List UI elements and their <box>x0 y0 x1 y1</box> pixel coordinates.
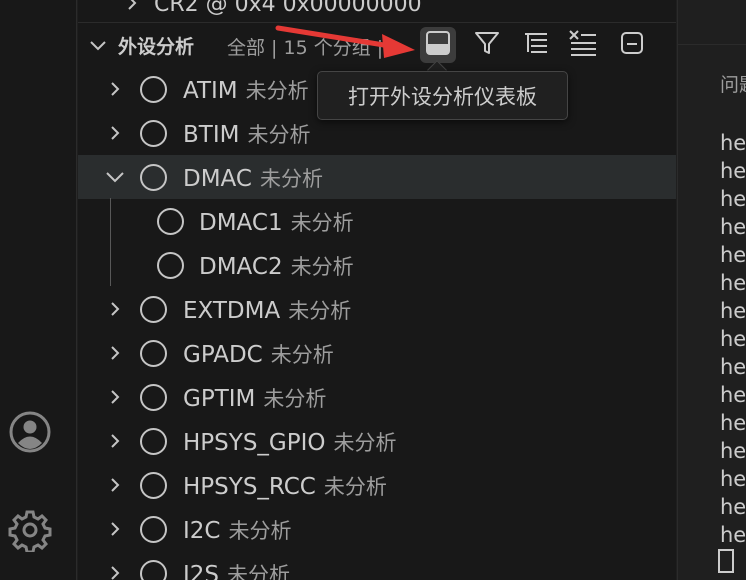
output-line: he <box>720 187 746 211</box>
tree-item-status: 未分析 <box>228 519 292 543</box>
tree-item-dmac1[interactable]: DMAC1 未分析 <box>78 199 676 243</box>
tooltip: 打开外设分析仪表板 <box>317 71 568 120</box>
tree-item-status: 未分析 <box>245 79 309 103</box>
tree-row-partial[interactable]: CR2 @ 0x4 0x00000000 <box>78 0 676 22</box>
tree-item-label: DMAC1 <box>199 210 283 236</box>
tree-item-status: 未分析 <box>290 255 354 279</box>
status-circle-icon <box>140 120 167 147</box>
status-circle-icon <box>140 296 167 323</box>
filter-icon <box>473 29 501 61</box>
chevron-right-icon[interactable] <box>106 124 124 146</box>
output-line: he <box>720 299 746 323</box>
tree-item-gpadc[interactable]: GPADC 未分析 <box>78 331 676 375</box>
tree-item-i2s[interactable]: I2S 未分析 <box>78 551 676 580</box>
status-circle-icon <box>157 208 184 235</box>
collapse-all-button[interactable] <box>614 27 650 63</box>
chevron-right-icon[interactable] <box>106 80 124 102</box>
tree-item-status: 未分析 <box>290 211 354 235</box>
tree-item-label: ATIM <box>183 78 238 104</box>
chevron-right-icon[interactable] <box>106 432 124 454</box>
clear-list-icon <box>568 29 598 61</box>
status-circle-icon <box>140 516 167 543</box>
output-line: he <box>720 159 746 183</box>
tree-item-label: EXTDMA <box>183 298 281 324</box>
output-line: he <box>720 383 746 407</box>
collapse-all-icon <box>618 29 646 61</box>
clear-button[interactable] <box>565 27 601 63</box>
chevron-right-icon[interactable] <box>106 300 124 322</box>
output-line: he <box>720 131 746 155</box>
output-line: he <box>720 327 746 351</box>
chevron-right-icon[interactable] <box>106 476 124 498</box>
output-line: he <box>720 523 746 547</box>
output-line: he <box>720 215 746 239</box>
tree-item-status: 未分析 <box>270 343 334 367</box>
output-line: he <box>720 355 746 379</box>
tree-item-label: GPADC <box>183 342 263 368</box>
tree-row-label: CR2 @ 0x4 0x00000000 <box>154 0 422 17</box>
panel-header <box>678 0 746 45</box>
chevron-right-icon[interactable] <box>106 564 124 580</box>
tree-item-i2c[interactable]: I2C 未分析 <box>78 507 676 551</box>
tree-item-label: DMAC2 <box>199 254 283 280</box>
tree-view-button[interactable] <box>518 27 554 63</box>
status-circle-icon <box>140 560 167 580</box>
output-line: he <box>720 439 746 463</box>
tree-item-extdma[interactable]: EXTDMA 未分析 <box>78 287 676 331</box>
filter-button[interactable] <box>469 27 505 63</box>
status-circle-icon <box>140 472 167 499</box>
tree-item-label: HPSYS_GPIO <box>183 430 326 456</box>
tree-item-label: I2C <box>183 518 221 544</box>
tree-item-hpsys-gpio[interactable]: HPSYS_GPIO 未分析 <box>78 419 676 463</box>
tree-item-status: 未分析 <box>247 123 311 147</box>
red-arrow-annotation-icon <box>275 25 415 58</box>
status-circle-icon <box>140 384 167 411</box>
output-line: he <box>720 243 746 267</box>
activity-bar <box>0 0 77 580</box>
output-panel: 问题 he he he he he he he he he he he he h… <box>677 0 746 580</box>
output-line: he <box>720 467 746 491</box>
chevron-down-icon[interactable] <box>104 168 126 190</box>
tree-item-status: 未分析 <box>333 431 397 455</box>
list-tree-icon <box>522 29 550 61</box>
tree-item-label: I2S <box>183 562 220 580</box>
tab-problems[interactable]: 问题 <box>720 70 746 97</box>
gear-icon[interactable] <box>8 508 52 552</box>
tree-item-dmac[interactable]: DMAC 未分析 <box>78 155 676 199</box>
tree-item-label: HPSYS_RCC <box>183 474 316 500</box>
tree-item-status: 未分析 <box>323 475 387 499</box>
tree-item-status: 未分析 <box>288 299 352 323</box>
status-circle-icon <box>140 164 167 191</box>
output-line: he <box>720 495 746 519</box>
status-circle-icon <box>140 340 167 367</box>
status-circle-icon <box>140 428 167 455</box>
status-circle-icon <box>140 76 167 103</box>
tree-item-hpsys-rcc[interactable]: HPSYS_RCC 未分析 <box>78 463 676 507</box>
chevron-right-icon[interactable] <box>106 344 124 366</box>
status-circle-icon <box>157 252 184 279</box>
tree-item-label: DMAC <box>183 166 252 192</box>
tree-item-status: 未分析 <box>227 563 291 580</box>
chevron-right-icon[interactable] <box>106 388 124 410</box>
chevron-right-icon <box>123 0 141 16</box>
output-line: he <box>720 271 746 295</box>
output-line: he <box>720 411 746 435</box>
chevron-down-icon[interactable] <box>88 36 108 60</box>
tree-item-status: 未分析 <box>259 167 323 191</box>
tree-item-label: BTIM <box>183 122 240 148</box>
tree-item-dmac2[interactable]: DMAC2 未分析 <box>78 243 676 287</box>
text-cursor[interactable] <box>718 549 734 573</box>
tree-item-gptim[interactable]: GPTIM 未分析 <box>78 375 676 419</box>
account-icon[interactable] <box>8 410 52 454</box>
tree-item-label: GPTIM <box>183 386 256 412</box>
chevron-right-icon[interactable] <box>106 520 124 542</box>
tree-item-status: 未分析 <box>263 387 327 411</box>
section-title: 外设分析 <box>118 36 195 58</box>
